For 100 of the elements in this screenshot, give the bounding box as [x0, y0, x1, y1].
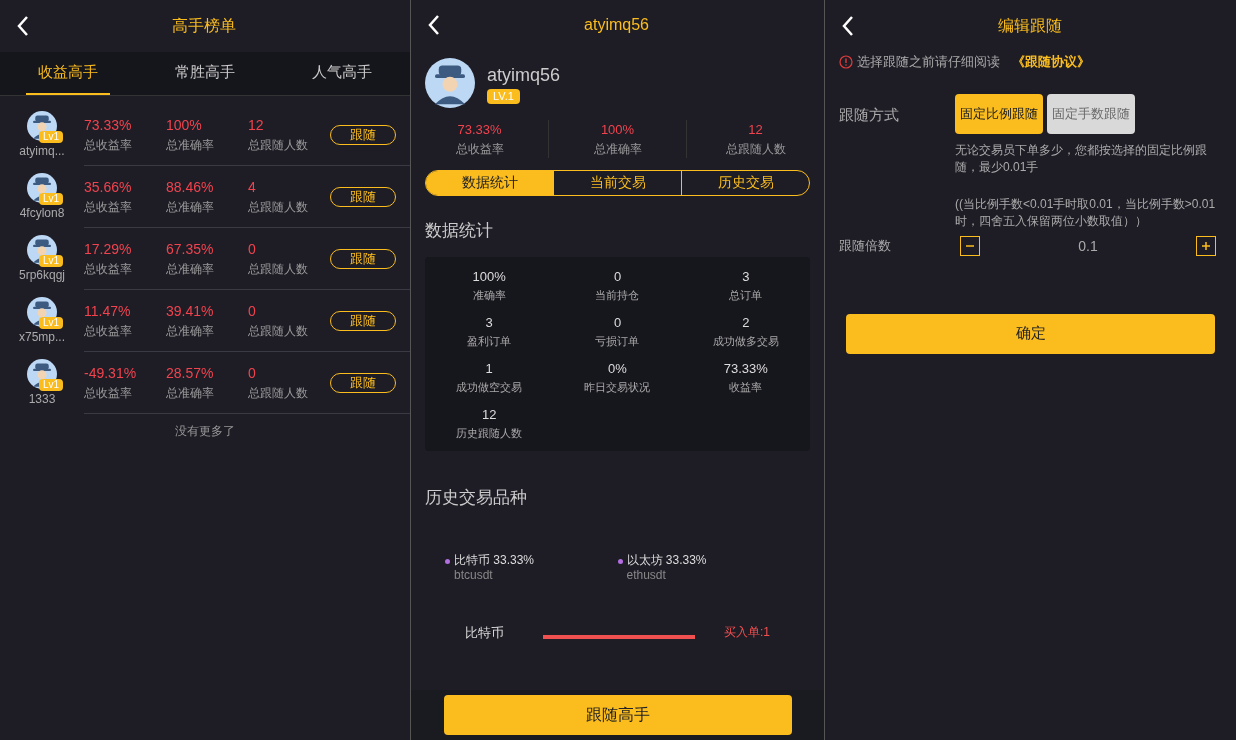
stat-label: 亏损订单 [595, 333, 640, 349]
stat-label: 总跟随人数 [248, 199, 309, 216]
stat-label: 总跟随人数 [248, 385, 309, 402]
stat-value: 11.47% [84, 302, 132, 321]
stat-value: 3 [485, 314, 493, 332]
stat-label: 总收益率 [455, 140, 504, 158]
stat-value: 12 [481, 406, 497, 424]
stat-value: 100% [600, 121, 635, 139]
back-icon[interactable] [841, 15, 855, 37]
stat-label: 总收益率 [84, 137, 133, 154]
coin-name: 比特币 [465, 623, 505, 642]
stat-label: 昨日交易状况 [584, 379, 651, 395]
stat-value: 17.29% [84, 240, 133, 259]
stat-label: 总跟随人数 [725, 140, 786, 158]
stat-value: 0 [248, 302, 257, 321]
warning-icon [839, 54, 853, 69]
stat-label: 总准确率 [166, 261, 215, 278]
stat-label: 收益率 [729, 379, 763, 395]
stat-value: 12 [248, 116, 265, 135]
minus-button[interactable] [960, 236, 980, 256]
field-label: 跟随方式 [839, 104, 900, 125]
multiplier-value: 0.1 [1077, 236, 1099, 256]
legend-symbol: ethusdt [626, 567, 667, 583]
stat-label: 总准确率 [593, 140, 642, 158]
stat-label: 总跟随人数 [248, 261, 309, 278]
stat-label: 总跟随人数 [248, 137, 309, 154]
stat-value: 0 [248, 364, 257, 383]
confirm-button[interactable]: 确定 [846, 313, 1215, 354]
follow-expert-button[interactable]: 跟随高手 [443, 695, 792, 735]
stat-label: 历史跟随人数 [456, 425, 523, 441]
trader-name[interactable]: 5rp6kqgj [19, 265, 65, 284]
trader-name[interactable]: 4fcylon8 [19, 203, 65, 222]
stat-value: 100% [166, 116, 203, 135]
buy-count: 买入单:1 [724, 624, 770, 642]
stat-label: 总收益率 [84, 323, 133, 340]
ranking-tab[interactable]: 常胜高手 [163, 52, 247, 95]
stat-value: 67.35% [166, 240, 215, 259]
stat-label: 成功做多交易 [712, 333, 779, 349]
stat-label: 总准确率 [166, 199, 215, 216]
plus-button[interactable] [1196, 236, 1216, 256]
stat-value: 0 [613, 314, 622, 332]
stat-value: 73.33% [457, 121, 502, 139]
legend-label: 以太坊 33.33% [626, 552, 707, 568]
stat-value: 1 [485, 360, 493, 378]
stat-label: 总准确率 [166, 385, 215, 402]
stat-value: 28.57% [166, 364, 215, 383]
no-more-text: 没有更多了 [175, 423, 235, 440]
trader-name: atyimq56 [487, 64, 561, 87]
legend-label: 比特币 33.33% [454, 552, 535, 568]
stat-label: 总收益率 [84, 261, 133, 278]
stat-label: 盈利订单 [467, 333, 512, 349]
section-title: 数据统计 [425, 219, 493, 242]
page-title: 高手榜单 [172, 16, 236, 36]
avatar-icon [425, 58, 475, 108]
stat-value: 3 [742, 268, 750, 286]
stat-value: 35.66% [84, 178, 133, 197]
back-icon[interactable] [16, 15, 30, 37]
segment-tab[interactable]: 数据统计 [426, 170, 553, 195]
stat-value: 0% [608, 360, 627, 378]
legend-symbol: btcusdt [454, 567, 494, 583]
section-title: 历史交易品种 [425, 487, 527, 509]
stat-value: -49.31% [84, 364, 138, 383]
segment-tab[interactable]: 历史交易 [681, 170, 809, 195]
stat-label: 总收益率 [84, 199, 133, 216]
stat-value: 2 [742, 314, 750, 332]
ranking-tab[interactable]: 收益高手 [26, 52, 111, 95]
stat-value: 0 [613, 268, 622, 286]
trader-name[interactable]: atyimq... [19, 141, 65, 160]
stat-value: 39.41% [166, 302, 215, 321]
level-badge: LV.1 [487, 89, 520, 104]
trader-name[interactable]: 1333 [28, 389, 56, 408]
back-icon[interactable] [427, 14, 441, 36]
description-text: 无论交易员下单多少，您都按选择的固定比例跟随，最少0.01手 [955, 141, 1208, 176]
stat-label: 总收益率 [84, 385, 133, 402]
stat-label: 准确率 [472, 287, 506, 303]
page-title: atyimq56 [584, 15, 649, 35]
agreement-link[interactable]: 《跟随协议》 [1012, 52, 1090, 72]
warning-text: 选择跟随之前请仔细阅读 [857, 53, 1000, 71]
stat-label: 当前持仓 [595, 287, 640, 303]
stat-label: 总准确率 [166, 323, 215, 340]
stat-value: 4 [248, 178, 257, 197]
field-label: 跟随倍数 [839, 237, 892, 256]
stat-label: 总订单 [729, 287, 763, 303]
stat-value: 0 [248, 240, 257, 259]
method-option[interactable]: 固定比例跟随 [955, 93, 1043, 134]
trader-name[interactable]: x75mp... [19, 327, 65, 346]
method-option[interactable]: 固定手数跟随 [1047, 93, 1135, 134]
page-title: 编辑跟随 [997, 16, 1062, 36]
stat-value: 100% [472, 268, 506, 286]
stat-value: 12 [748, 121, 763, 139]
ranking-tab[interactable]: 人气高手 [299, 52, 384, 95]
stat-label: 成功做空交易 [456, 379, 523, 395]
stat-value: 73.33% [723, 360, 768, 378]
stat-value: 73.33% [84, 116, 133, 135]
note-text: ((当比例手数<0.01手时取0.01，当比例手数>0.01时，四舍五入保留两位小数取值）） [955, 195, 1217, 230]
plus-icon [1201, 241, 1211, 251]
stat-label: 总跟随人数 [248, 323, 309, 340]
segment-tab[interactable]: 当前交易 [553, 170, 681, 195]
stat-label: 总准确率 [166, 137, 215, 154]
stat-value: 88.46% [166, 178, 215, 197]
